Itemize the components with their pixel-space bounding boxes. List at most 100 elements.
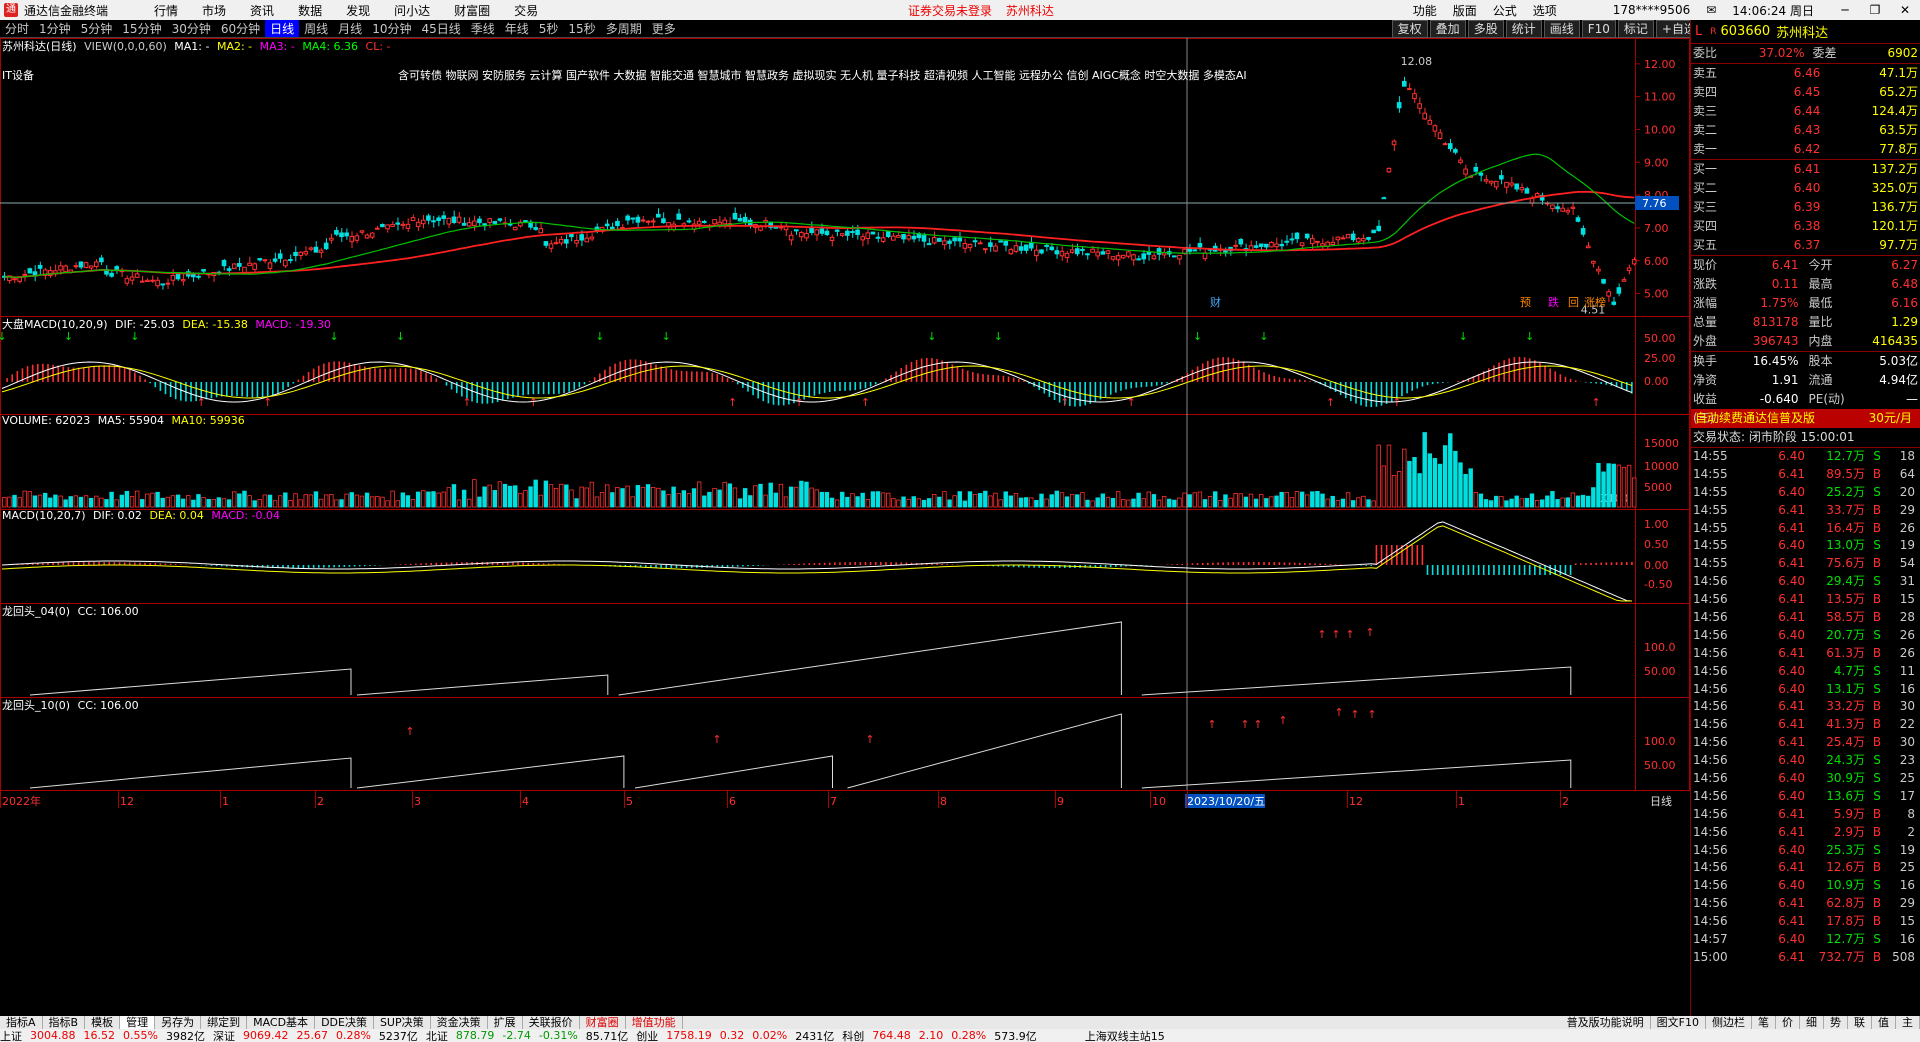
indicator-tab-8[interactable]: SUP决策 [374, 1016, 431, 1029]
index-kc-label[interactable]: 科创 [842, 1029, 864, 1042]
volume-bar [870, 491, 876, 508]
period-5[interactable]: 60分钟 [216, 20, 265, 37]
trade-volume: 16.4万 [1826, 520, 1865, 535]
period-10[interactable]: 45日线 [416, 20, 465, 37]
period-13[interactable]: 5秒 [534, 20, 564, 37]
index-bz-label[interactable]: 北证 [426, 1029, 448, 1042]
period-15[interactable]: 多周期 [601, 20, 647, 37]
trade-side: B [1872, 520, 1882, 535]
volume-bar [1315, 491, 1320, 508]
trade-volume: 12.6万 [1826, 860, 1865, 875]
menu-wenxiaoda[interactable]: 问小达 [394, 2, 430, 19]
period-4[interactable]: 30分钟 [167, 20, 216, 37]
period-3[interactable]: 15分钟 [117, 20, 166, 37]
menu-jiaoyi[interactable]: 交易 [514, 2, 538, 19]
indicator-tab-4[interactable]: 另存为 [155, 1016, 202, 1029]
menu-banmian[interactable]: 版面 [1453, 2, 1477, 19]
ask-row[interactable]: 卖一 6.42 77.8万 [1691, 140, 1920, 159]
candle-body [1560, 207, 1565, 212]
side-tab-6[interactable]: 主 [1896, 1016, 1920, 1029]
chart-area[interactable]: 12.00 11.00 10.00 9.00 8.00 7.00 6.00 5.00 7.76 1… [0, 38, 1690, 1016]
service-banner[interactable]: 自动续费通达信普及版 30元/月 [1691, 409, 1920, 428]
ext-tab-2[interactable]: 财富圈 [580, 1016, 626, 1029]
ask-row[interactable]: 卖五 6.46 47.1万 [1691, 64, 1920, 83]
mail-icon[interactable]: ✉ [1706, 3, 1716, 17]
chart-tool-0[interactable]: 复权 [1391, 20, 1428, 38]
menu-gongneng[interactable]: 功能 [1413, 2, 1437, 19]
menu-zixun[interactable]: 资讯 [250, 2, 274, 19]
menu-faxian[interactable]: 发现 [346, 2, 370, 19]
menu-hangqing[interactable]: 行情 [154, 2, 178, 19]
indicator-tab-3[interactable]: 管理 [120, 1016, 156, 1029]
index-bz-value: 878.79 [455, 1029, 495, 1042]
chart-tool-4[interactable]: 画线 [1543, 20, 1580, 38]
period-2[interactable]: 5分钟 [76, 20, 118, 37]
bid-row[interactable]: 买五 6.37 97.7万 [1691, 236, 1920, 255]
chart-tool-1[interactable]: 叠加 [1429, 20, 1466, 38]
ask-row[interactable]: 卖三 6.44 124.4万 [1691, 102, 1920, 121]
menu-gongshi[interactable]: 公式 [1493, 2, 1517, 19]
indicator-tab-6[interactable]: MACD基本 [247, 1016, 316, 1029]
bid-row[interactable]: 买二 6.40 325.0万 [1691, 179, 1920, 198]
bottom-right-0[interactable]: 普及版功能说明 [1561, 1016, 1651, 1029]
period-1[interactable]: 1分钟 [34, 20, 76, 37]
period-12[interactable]: 年线 [500, 20, 534, 37]
bid-row[interactable]: 买一 6.41 137.2万 [1691, 160, 1920, 179]
index-sz-label[interactable]: 深证 [213, 1029, 235, 1042]
server-label[interactable]: 上海双线主站15 [1085, 1029, 1165, 1042]
side-tab-2[interactable]: 细 [1800, 1016, 1824, 1029]
volume-bar [359, 495, 365, 508]
period-11[interactable]: 季线 [466, 20, 500, 37]
candle-body [477, 218, 482, 224]
volume-bar [385, 500, 390, 508]
chart-tool-3[interactable]: 统计 [1505, 20, 1542, 38]
volume-bar [1310, 491, 1315, 508]
indicator-tab-5[interactable]: 绑定到 [201, 1016, 248, 1029]
indicator-tab-7[interactable]: DDE决策 [315, 1016, 374, 1029]
indicator-tab-2[interactable]: 模板 [85, 1016, 121, 1029]
login-notice[interactable]: 证券交易未登录 [908, 4, 992, 18]
indicator-tab-0[interactable]: 指标A [0, 1016, 43, 1029]
chart-tool-2[interactable]: 多股 [1467, 20, 1504, 38]
minimize-icon[interactable]: ─ [1830, 3, 1860, 17]
ask-row[interactable]: 卖四 6.45 65.2万 [1691, 83, 1920, 102]
candle-body [839, 233, 845, 236]
bid-row[interactable]: 买三 6.39 136.7万 [1691, 198, 1920, 217]
period-0[interactable]: 分时 [0, 20, 34, 37]
side-tab-0[interactable]: 笔 [1752, 1016, 1776, 1029]
side-tab-4[interactable]: 联 [1848, 1016, 1872, 1029]
ask-row[interactable]: 卖二 6.43 63.5万 [1691, 121, 1920, 140]
menu-shuju[interactable]: 数据 [298, 2, 322, 19]
restore-icon[interactable]: ❐ [1860, 3, 1890, 17]
indicator-tab-1[interactable]: 指标B [43, 1016, 86, 1029]
menu-shichang[interactable]: 市场 [202, 2, 226, 19]
ext-tab-3[interactable]: 增值功能 [626, 1016, 683, 1029]
trade-ticks[interactable]: 14:55 6.40 12.7万 S 18 14:55 6.41 89.5万 B 64 14:55 6… [1691, 447, 1920, 967]
period-8[interactable]: 月线 [333, 20, 367, 37]
ext-tab-1[interactable]: 关联报价 [523, 1016, 580, 1029]
side-tab-3[interactable]: 势 [1824, 1016, 1848, 1029]
period-14[interactable]: 15秒 [563, 20, 600, 37]
candle-body [1299, 242, 1305, 247]
menu-caifuquan[interactable]: 财富圈 [454, 2, 490, 19]
bid-row[interactable]: 买四 6.38 120.1万 [1691, 217, 1920, 236]
chart-tool-6[interactable]: 标记 [1617, 20, 1654, 38]
ext-tab-0[interactable]: 扩展 [488, 1016, 523, 1029]
menu-xuanxiang[interactable]: 选项 [1533, 2, 1557, 19]
bottom-right-1[interactable]: 图文F10 [1651, 1016, 1706, 1029]
account-label[interactable]: 178****9506 [1613, 3, 1690, 17]
period-7[interactable]: 周线 [299, 20, 333, 37]
period-9[interactable]: 10分钟 [367, 20, 416, 37]
chart-tool-5[interactable]: F10 [1581, 20, 1616, 38]
period-6[interactable]: 日线 [265, 20, 300, 37]
side-tab-1[interactable]: 价 [1776, 1016, 1800, 1029]
kline-chart[interactable]: 12.0011.0010.009.008.007.006.005.007.761… [0, 38, 1690, 1016]
volume-bar [1013, 492, 1019, 508]
indicator-tab-9[interactable]: 资金决策 [431, 1016, 488, 1029]
close-icon[interactable]: ✕ [1890, 3, 1920, 17]
index-sh-label[interactable]: 上证 [0, 1029, 22, 1042]
bottom-right-2[interactable]: 侧边栏 [1706, 1016, 1752, 1029]
index-cy-label[interactable]: 创业 [636, 1029, 658, 1042]
side-tab-5[interactable]: 值 [1872, 1016, 1896, 1029]
period-16[interactable]: 更多 [647, 20, 681, 37]
